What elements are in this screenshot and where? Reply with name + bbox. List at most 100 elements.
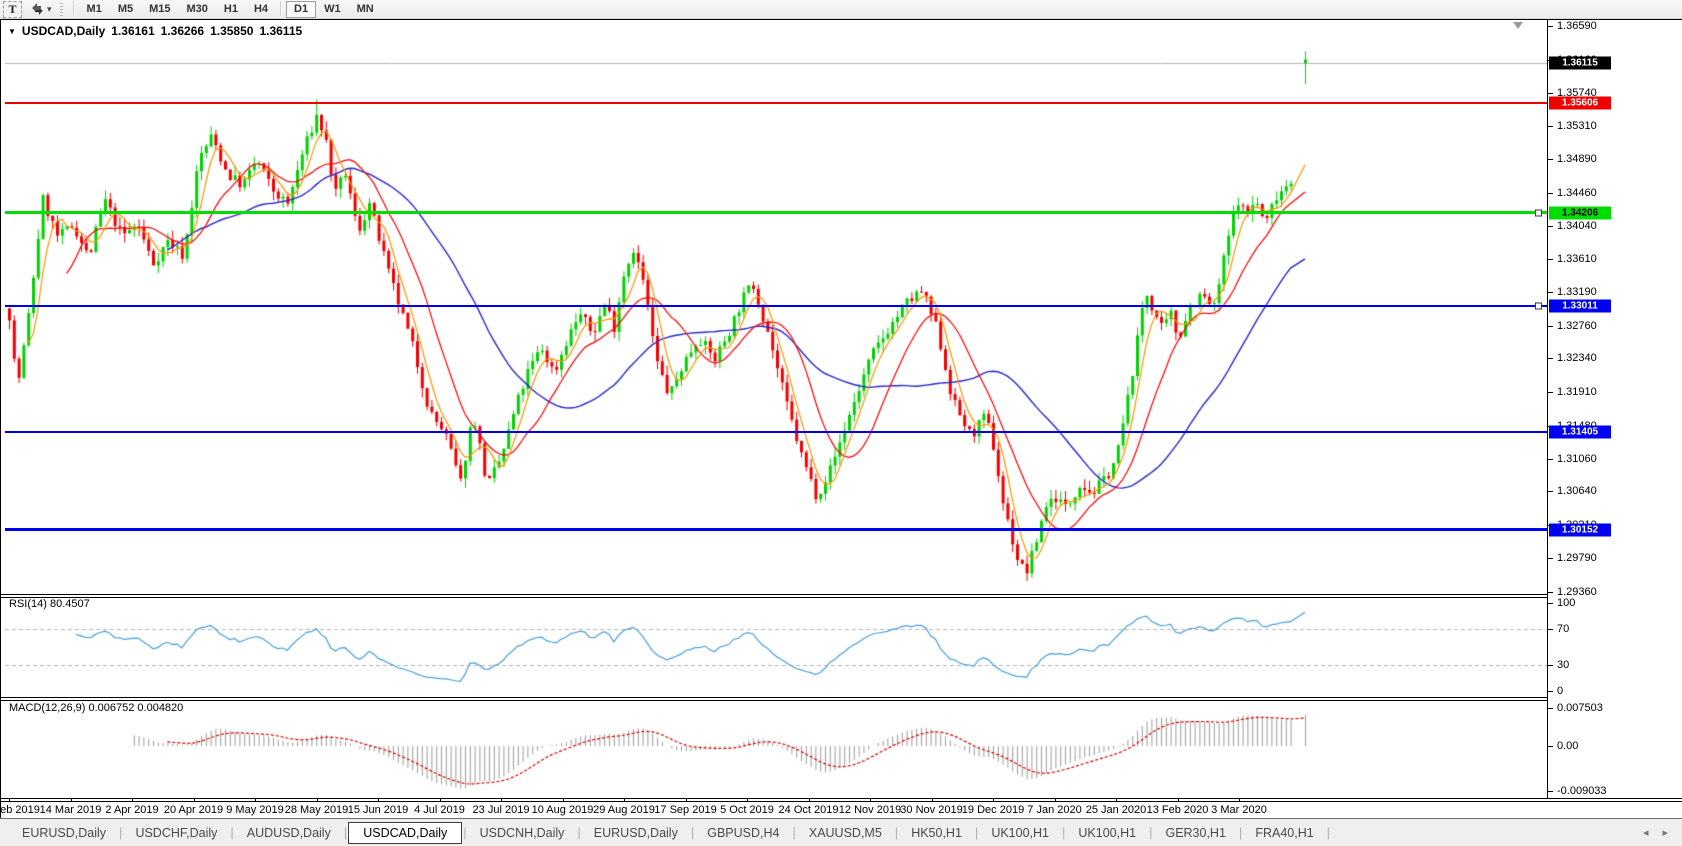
ohlc-open: 1.36161 (111, 24, 154, 38)
level-price-label: 1.34206 (1549, 206, 1611, 219)
tabs-holder: EURUSD,Daily|USDCHF,Daily|AUDUSD,Daily|U… (10, 822, 1331, 844)
date-tick-mark (317, 799, 318, 802)
timeframe-button-group: M1M5M15M30H1H4 D1W1MN (69, 1, 382, 18)
timeframe-button-M5[interactable]: M5 (110, 1, 141, 18)
chart-tab-USDCAD-Daily[interactable]: USDCAD,Daily (348, 822, 462, 844)
date-tick-label: 12 Nov 2019 (839, 804, 901, 816)
date-tick-label: 23 Jul 2019 (473, 804, 530, 816)
level-line-1.31405[interactable] (5, 431, 1547, 433)
chart-tab-bar: EURUSD,Daily|USDCHF,Daily|AUDUSD,Daily|U… (0, 818, 1682, 846)
styles-dropdown-button[interactable]: ▾ (46, 4, 56, 15)
price-tick-mark (1548, 93, 1553, 94)
tab-scroll-right-icon[interactable]: ▸ (1662, 826, 1668, 839)
date-tick-mark (1178, 799, 1179, 802)
date-tick-label: 9 May 2019 (226, 804, 283, 816)
date-tick-label: 3 Mar 2020 (1211, 804, 1267, 816)
price-tick-mark (1548, 491, 1553, 492)
price-tick-label: 1.33190 (1557, 286, 1597, 298)
chart-tab-USDCHF-Daily[interactable]: USDCHF,Daily (123, 823, 229, 843)
pane-separator[interactable] (1, 594, 1547, 598)
timeframe-button-D1[interactable]: D1 (286, 1, 316, 18)
macd-tick-label: -0.009033 (1557, 785, 1607, 797)
price-tick-mark (1548, 558, 1553, 559)
level-price-label: 1.30152 (1549, 523, 1611, 536)
chart-shift-marker-icon[interactable] (1513, 22, 1523, 29)
date-tick-mark (1055, 799, 1056, 802)
date-tick-label: 13 Feb 2020 (1147, 804, 1209, 816)
date-tick-mark (71, 799, 72, 802)
price-tick-mark (1548, 126, 1553, 127)
level-line-1.35606[interactable] (5, 102, 1547, 104)
styles-tool-button[interactable] (28, 2, 46, 17)
timeframe-button-M30[interactable]: M30 (179, 1, 216, 18)
timeframe-button-MN[interactable]: MN (349, 1, 382, 18)
rsi-canvas[interactable] (5, 596, 1547, 696)
level-price-label: 1.31405 (1549, 425, 1611, 438)
price-chart-canvas[interactable] (5, 21, 1547, 594)
ohlc-high: 1.36266 (161, 24, 204, 38)
chart-tab-EURUSD-Daily[interactable]: EURUSD,Daily (582, 823, 690, 843)
rsi-tick-label: 100 (1557, 597, 1575, 609)
price-tick-mark (1548, 226, 1553, 227)
price-tick-mark (1548, 259, 1553, 260)
price-tick-label: 1.34890 (1557, 153, 1597, 165)
level-line-handle[interactable] (1535, 209, 1542, 216)
chart-tab-FRA40-H1[interactable]: FRA40,H1 (1243, 823, 1325, 843)
toolbar-grip[interactable] (60, 3, 63, 16)
level-line-1.33011[interactable] (5, 305, 1547, 307)
macd-indicator-label: MACD(12,26,9) 0.006752 0.004820 (9, 702, 183, 714)
timeframe-button-W1[interactable]: W1 (316, 1, 349, 18)
price-tick-mark (1548, 459, 1553, 460)
timeframe-button-M15[interactable]: M15 (141, 1, 178, 18)
chart-tab-USDCNH-Daily[interactable]: USDCNH,Daily (468, 823, 577, 843)
timeframe-button-M1[interactable]: M1 (79, 1, 110, 18)
date-tick-label: 25 Jan 2020 (1086, 804, 1147, 816)
level-line-1.30152[interactable] (5, 528, 1547, 531)
timeframe-button-H4[interactable]: H4 (246, 1, 276, 18)
macd-canvas[interactable] (5, 700, 1547, 798)
date-tick-mark (1116, 799, 1117, 802)
level-line-handle[interactable] (1535, 303, 1542, 310)
timeframe-button-H1[interactable]: H1 (216, 1, 246, 18)
date-tick-mark (686, 799, 687, 802)
date-tick-mark (1239, 799, 1240, 802)
diagonal-arrows-icon (30, 2, 45, 16)
macd-tick-mark (1548, 791, 1553, 792)
date-tick-label: 7 Jan 2020 (1027, 804, 1081, 816)
macd-tick-mark (1548, 708, 1553, 709)
level-price-label: 1.35606 (1549, 97, 1611, 110)
price-axis-border (1547, 20, 1548, 798)
chart-tab-GER30-H1[interactable]: GER30,H1 (1153, 823, 1237, 843)
level-line-1.34206[interactable] (5, 211, 1547, 214)
rsi-tick-mark (1548, 691, 1553, 692)
chart-tab-GBPUSD-H4[interactable]: GBPUSD,H4 (695, 823, 791, 843)
date-tick-label: 29 Aug 2019 (593, 804, 655, 816)
text-tool-button[interactable]: T (3, 1, 22, 18)
date-tick-mark (870, 799, 871, 802)
pane-separator[interactable] (1, 697, 1547, 701)
price-tick-label: 1.34040 (1557, 220, 1597, 232)
price-tick-mark (1548, 292, 1553, 293)
chart-tab-XAUUSD-M5[interactable]: XAUUSD,M5 (797, 823, 894, 843)
symbol-marker-icon: ▼ (8, 27, 16, 36)
date-tick-label: 19 Dec 2019 (962, 804, 1024, 816)
chart-tab-AUDUSD-Daily[interactable]: AUDUSD,Daily (235, 823, 343, 843)
chart-tab-HK50-H1[interactable]: HK50,H1 (899, 823, 974, 843)
date-tick-mark (501, 799, 502, 802)
price-tick-label: 1.30640 (1557, 485, 1597, 497)
macd-tick-label: 0.00 (1557, 740, 1578, 752)
chart-tab-UK100-H1[interactable]: UK100,H1 (1066, 823, 1148, 843)
tab-scroll-left-icon[interactable]: ◂ (1643, 826, 1649, 839)
chart-tab-UK100-H1[interactable]: UK100,H1 (979, 823, 1061, 843)
chart-tab-EURUSD-Daily[interactable]: EURUSD,Daily (10, 823, 118, 843)
date-tick-mark (993, 799, 994, 802)
date-tick-label: 23 Feb 2019 (0, 804, 40, 816)
date-tick-label: 24 Oct 2019 (779, 804, 839, 816)
macd-tick-mark (1548, 746, 1553, 747)
ohlc-low: 1.35850 (210, 24, 253, 38)
date-tick-mark (9, 799, 10, 802)
chart-symbol-label: USDCAD,Daily (22, 24, 105, 38)
price-tick-label: 1.35310 (1557, 120, 1597, 132)
rsi-tick-mark (1548, 665, 1553, 666)
price-tick-label: 1.34460 (1557, 187, 1597, 199)
